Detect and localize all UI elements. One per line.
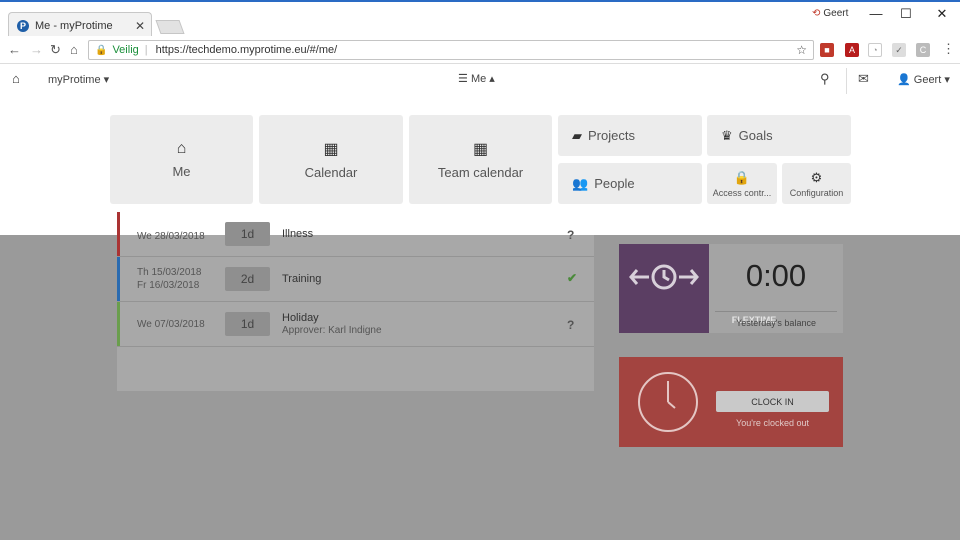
menu-tile-projects[interactable]: ▰ Projects [558, 115, 702, 156]
user-menu[interactable]: 👤 Geert ▾ [897, 73, 950, 86]
user-switch-icon: ⟲ [812, 8, 821, 19]
brand-menu[interactable]: myProtime ▾ [48, 73, 109, 86]
list-item[interactable]: We 07/03/2018 1d Holiday Approver: Karl … [117, 302, 594, 347]
folder-icon: ▰ [572, 127, 582, 143]
bookmark-star-icon[interactable]: ☆ [796, 43, 807, 57]
menu-tile-people[interactable]: 👥 People [558, 163, 702, 204]
menu-tile-calendar[interactable]: ▦ Calendar [259, 115, 403, 204]
me-menu-toggle[interactable]: ☰ Me ▴ [458, 72, 495, 85]
row-title: Training [282, 273, 322, 285]
browser-menu-icon[interactable]: ⋮ [942, 41, 955, 57]
flextime-card[interactable]: FLEXTIME 0:00 Yesterday's balance [619, 244, 843, 333]
home-icon[interactable]: ⌂ [12, 71, 20, 86]
address-toolbar: ← → ↻ ⌂ 🔒 Veilig | https://techdemo.mypr… [0, 36, 960, 64]
row-date: Th 15/03/2018 [137, 267, 202, 278]
row-days: 1d [225, 312, 270, 336]
row-title: Illness [282, 228, 314, 240]
pdf-extension-icon[interactable]: A [845, 43, 859, 57]
hamburger-icon: ☰ [458, 73, 468, 85]
extension-icon-5[interactable]: C [916, 43, 930, 57]
app-navbar: ⌂ myProtime ▾ ☰ Me ▴ ⚲ ✉ 👤 Geert ▾ [0, 64, 960, 94]
trophy-icon: ♛ [721, 127, 733, 143]
clock-status: You're clocked out [736, 418, 809, 428]
secure-label: Veilig [112, 44, 139, 56]
forward-icon[interactable]: → [30, 42, 43, 57]
clock-icon [638, 372, 698, 432]
pending-icon: ? [567, 228, 575, 242]
nav-divider [846, 68, 847, 94]
flextime-divider [715, 311, 837, 312]
tab-close-icon[interactable]: ✕ [135, 19, 145, 33]
back-icon[interactable]: ← [8, 42, 21, 57]
mail-icon[interactable]: ✉ [858, 71, 869, 87]
browser-tab[interactable]: P Me - myProtime ✕ [8, 12, 152, 38]
menu-tile-me[interactable]: ⌂ Me [110, 115, 253, 204]
reload-icon[interactable]: ↻ [50, 42, 61, 58]
people-icon: 👥 [572, 175, 589, 191]
lock-icon: 🔒 [95, 44, 108, 56]
home-icon: ⌂ [176, 140, 187, 157]
extension-icon-4[interactable]: ✓ [892, 43, 906, 57]
gear-icon: ⚙ [810, 169, 823, 185]
protime-favicon-icon: P [17, 19, 29, 32]
row-date: We 07/03/2018 [137, 319, 205, 330]
menu-tile-access-control[interactable]: 🔒 Access contr... [707, 163, 777, 204]
browser-titlebar: P Me - myProtime ✕ ⟲ Geert — ☐ ✕ [0, 0, 960, 38]
list-item[interactable]: Th 15/03/2018 Fr 16/03/2018 2d Training … [117, 257, 594, 302]
flextime-tile: FLEXTIME [619, 244, 776, 333]
row-date: We 28/03/2018 [137, 231, 205, 242]
row-title: Holiday [282, 312, 319, 324]
clock-in-button[interactable]: CLOCK IN [716, 391, 829, 412]
flextime-subtitle: Yesterday's balance [736, 318, 816, 328]
url-text: https://techdemo.myprotime.eu/#/me/ [155, 44, 338, 56]
row-color-bar [117, 212, 120, 256]
search-icon[interactable]: ⚲ [820, 71, 830, 87]
approved-check-icon: ✔ [567, 271, 578, 285]
row-days: 1d [225, 222, 270, 246]
home-browser-icon[interactable]: ⌂ [70, 42, 78, 57]
menu-tile-goals[interactable]: ♛ Goals [707, 115, 851, 156]
url-separator: | [144, 44, 148, 56]
extension-icon-1[interactable]: ■ [820, 43, 834, 57]
minimize-button[interactable]: — [866, 6, 886, 21]
row-color-bar [117, 302, 120, 346]
tab-title: Me - myProtime [35, 19, 113, 32]
row-date-end: Fr 16/03/2018 [137, 280, 200, 291]
row-approver: Approver: Karl Indigne [282, 325, 382, 336]
calendar-icon: ▦ [323, 141, 339, 158]
lock-icon: 🔒 [733, 169, 751, 185]
url-bar[interactable]: 🔒 Veilig | https://techdemo.myprotime.eu… [88, 40, 814, 60]
row-color-bar [117, 257, 120, 301]
menu-tile-configuration[interactable]: ⚙ Configuration [782, 163, 851, 204]
list-item[interactable]: We 28/03/2018 1d Illness ? [117, 212, 594, 257]
window-user[interactable]: ⟲ Geert [812, 8, 848, 19]
clock-card: CLOCK IN You're clocked out [619, 357, 843, 447]
absence-list: We 28/03/2018 1d Illness ? Th 15/03/2018… [117, 212, 594, 391]
user-icon: 👤 [897, 74, 911, 86]
team-calendar-icon: ▦ [472, 141, 489, 158]
extension-icon-3[interactable]: ◔ [868, 43, 882, 57]
pending-icon: ? [567, 318, 575, 332]
close-window-button[interactable]: ✕ [932, 6, 952, 22]
flextime-icon [629, 264, 699, 290]
new-tab-button[interactable] [155, 20, 185, 34]
maximize-button[interactable]: ☐ [896, 6, 916, 22]
menu-tile-team-calendar[interactable]: ▦ Team calendar [409, 115, 552, 204]
row-days: 2d [225, 267, 270, 291]
flextime-value: 0:00 [745, 258, 807, 293]
